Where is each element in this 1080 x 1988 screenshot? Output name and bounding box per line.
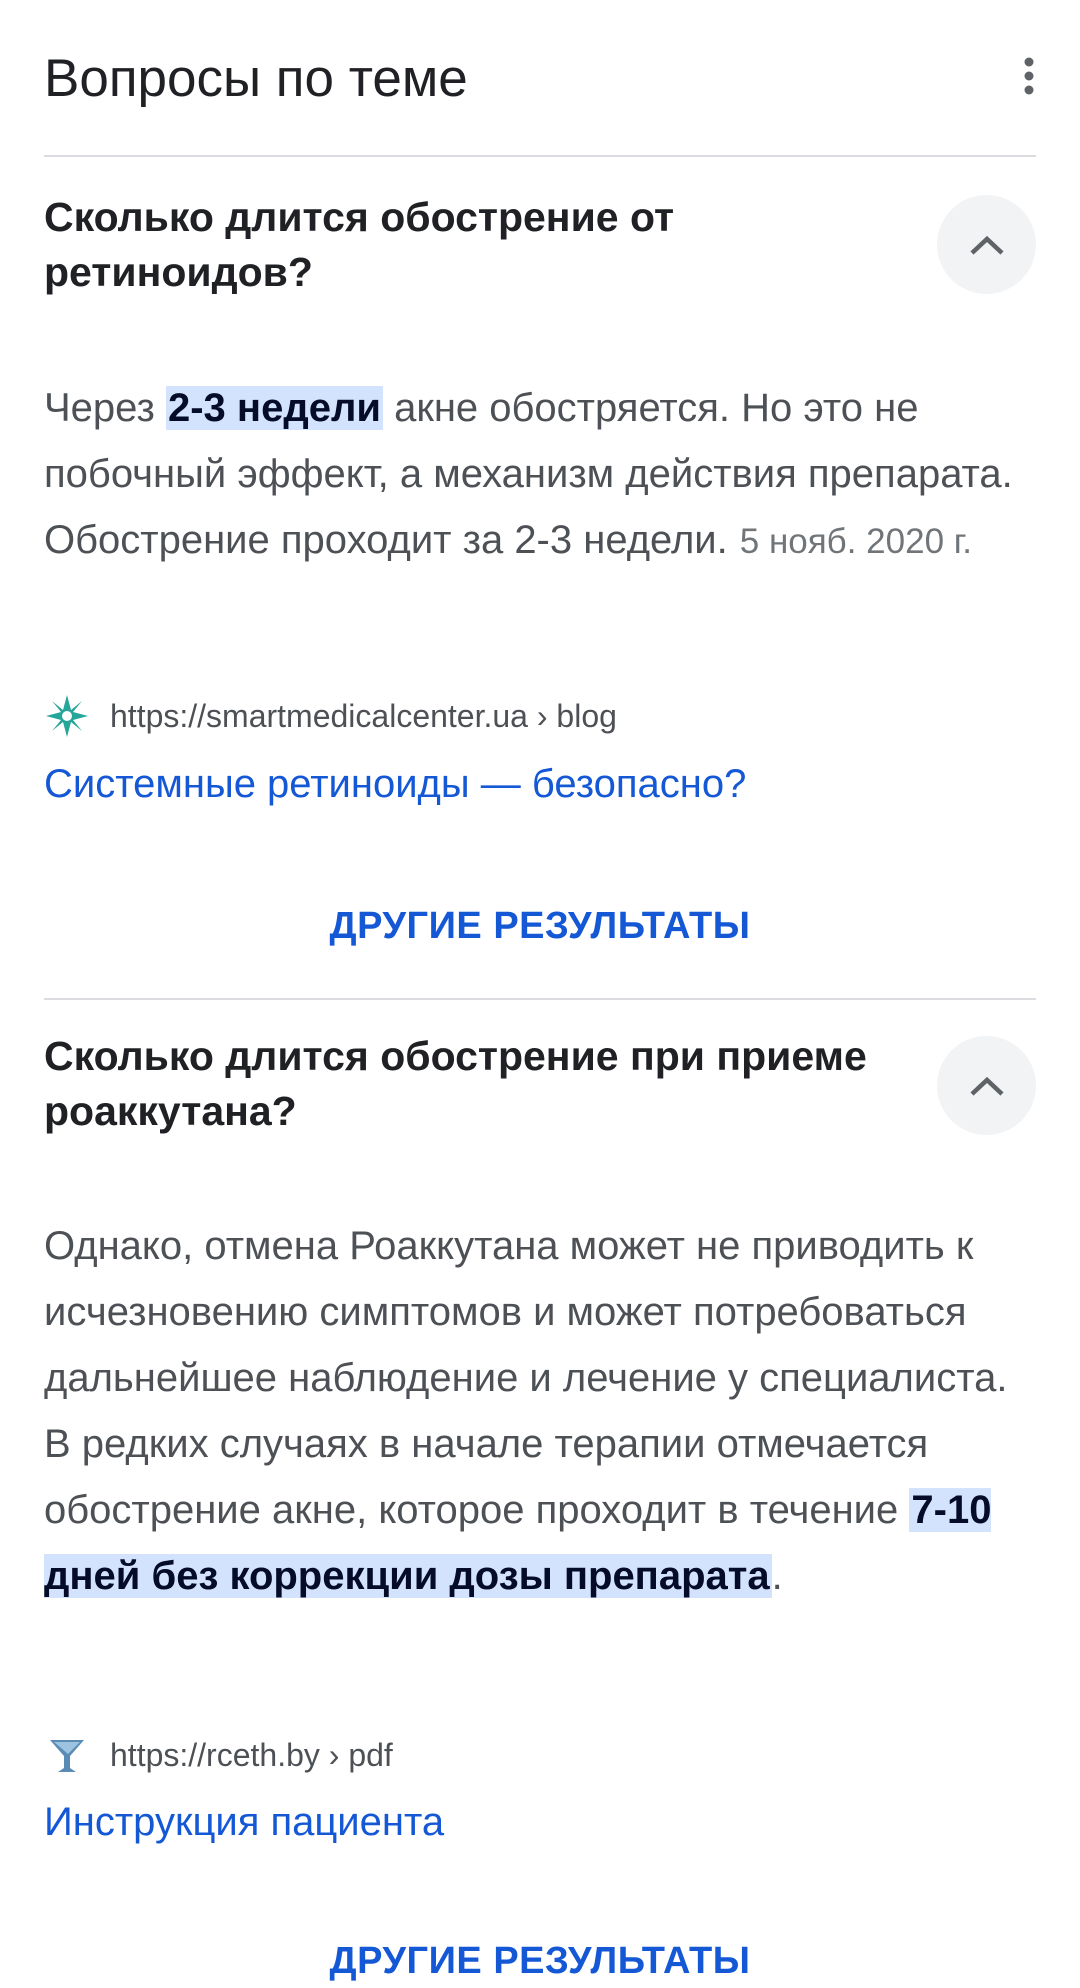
collapse-button[interactable] (937, 195, 1036, 294)
chevron-up-icon (969, 1076, 1004, 1096)
answer-highlight: 2-3 недели (165, 386, 383, 430)
answer-text: Однако, отмена Роаккутана может не приво… (44, 1224, 1008, 1532)
question-text: Сколько длится обострение от ретиноидов? (44, 194, 675, 295)
question-row-1[interactable]: Сколько длится обострение от ретиноидов? (44, 190, 1036, 300)
more-results-button[interactable]: ДРУГИЕ РЕЗУЛЬТАТЫ (0, 905, 1080, 948)
question-text: Сколько длится обострение при приеме роа… (44, 1033, 867, 1134)
more-results-button[interactable]: ДРУГИЕ РЕЗУЛЬТАТЫ (0, 1940, 1080, 1983)
panel-header: Вопросы по теме (44, 44, 1036, 114)
answer-date: 5 нояб. 2020 г. (739, 522, 972, 561)
source-row[interactable]: https://smartmedicalcenter.ua › blog (44, 693, 1036, 739)
divider (44, 998, 1036, 1000)
page-title: Вопросы по теме (44, 49, 468, 108)
source-url: https://rceth.by › pdf (110, 1736, 393, 1773)
answer-snippet: Однако, отмена Роаккутана может не приво… (44, 1213, 1044, 1609)
answer-snippet: Через 2-3 недели акне обостряется. Но эт… (44, 375, 1044, 575)
source-row[interactable]: https://rceth.by › pdf (44, 1735, 1036, 1775)
result-link[interactable]: Инструкция пациента (44, 1800, 444, 1845)
collapse-button[interactable] (937, 1036, 1036, 1135)
answer-text: . (771, 1554, 783, 1598)
divider (44, 155, 1036, 157)
source-url: https://smartmedicalcenter.ua › blog (110, 697, 617, 734)
related-questions-panel: Вопросы по теме Сколько длится обострени… (0, 0, 1080, 1988)
chevron-up-icon (969, 235, 1004, 255)
answer-text: Через (44, 386, 166, 430)
goblet-favicon (44, 1732, 90, 1778)
star-burst-favicon (44, 693, 90, 739)
more-vert-icon (1024, 57, 1034, 95)
more-options-button[interactable] (972, 44, 1036, 108)
result-link[interactable]: Системные ретиноиды — безопасно? (44, 762, 746, 807)
question-row-2[interactable]: Сколько длится обострение при приеме роа… (44, 1029, 1036, 1139)
